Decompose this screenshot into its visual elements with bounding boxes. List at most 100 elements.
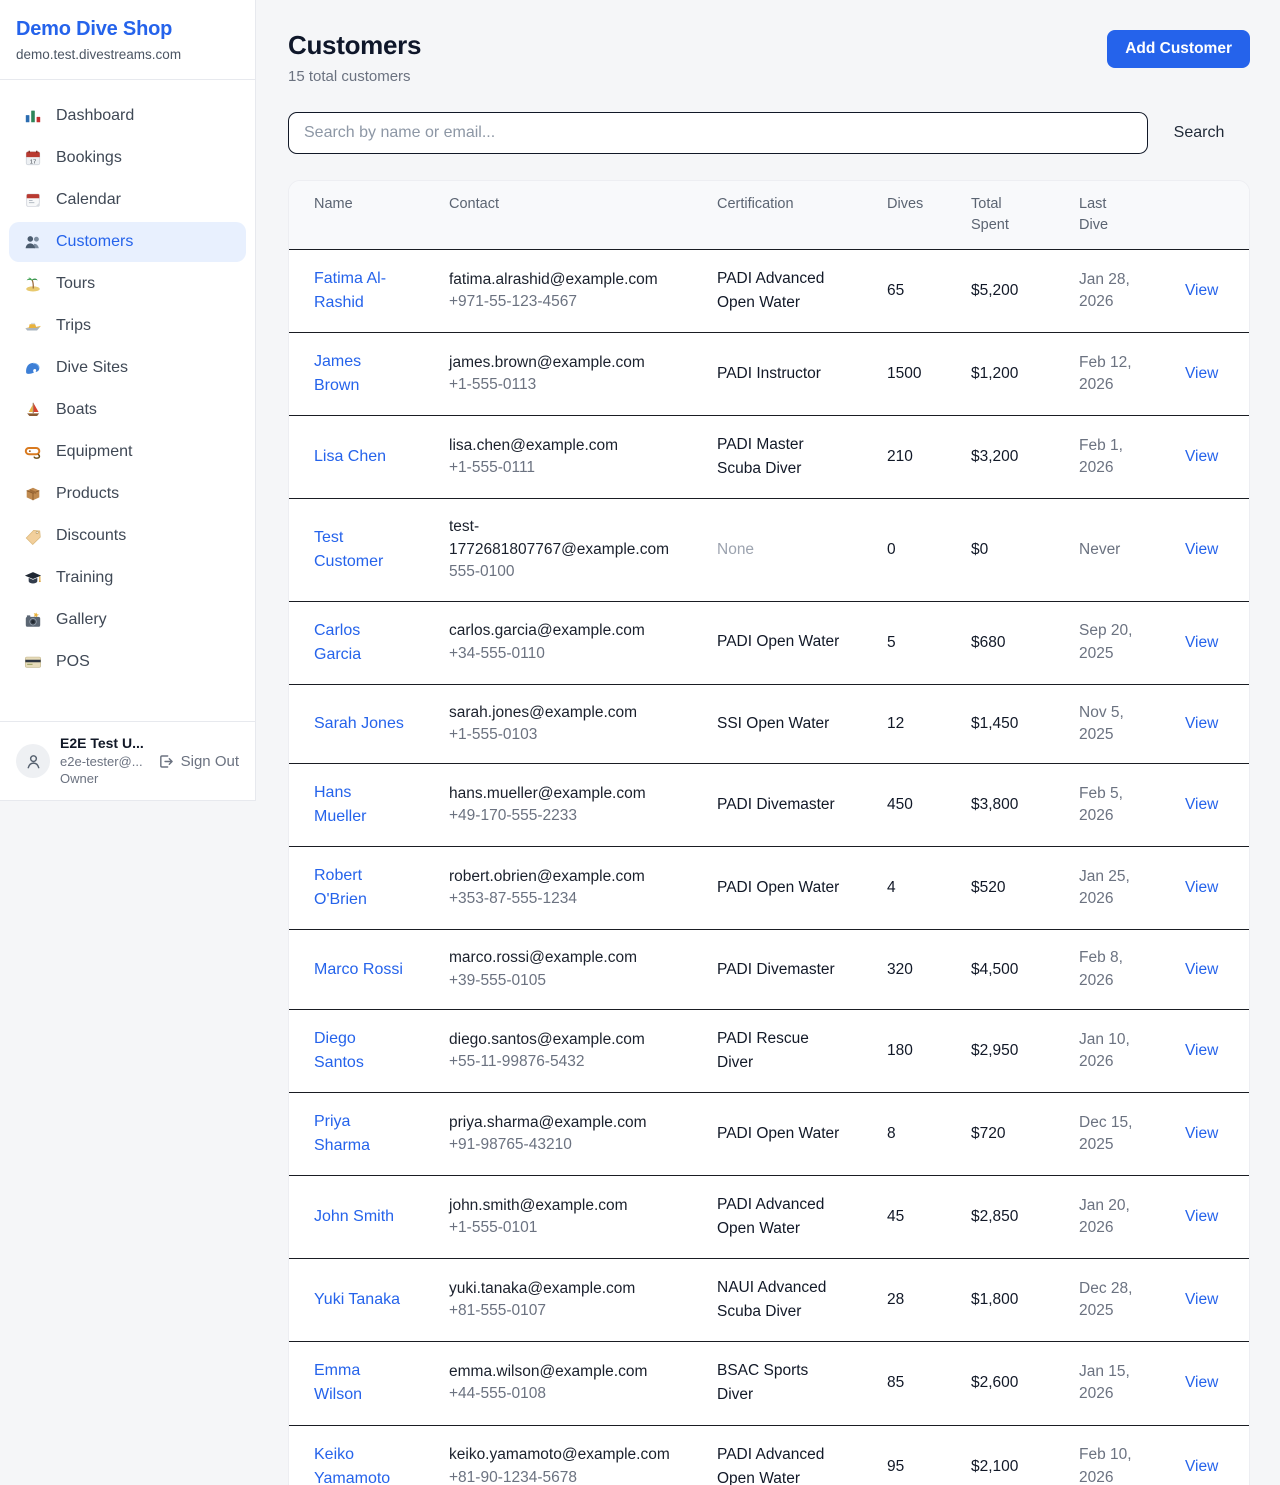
table-row: Priya Sharmapriya.sharma@example.com+91-… xyxy=(289,1093,1249,1176)
customer-phone: +81-555-0107 xyxy=(449,1300,693,1322)
search-input[interactable] xyxy=(288,112,1148,154)
add-customer-button[interactable]: Add Customer xyxy=(1107,30,1250,68)
customer-total-spent: $1,200 xyxy=(959,333,1067,416)
customer-certification: PADI Advanced Open Water xyxy=(717,1193,845,1241)
sidebar-item-label: Gallery xyxy=(56,611,107,629)
customer-count: 15 total customers xyxy=(288,68,421,85)
customer-email: john.smith@example.com xyxy=(449,1195,681,1217)
customer-email: marco.rossi@example.com xyxy=(449,947,681,969)
customer-name-link[interactable]: Marco Rossi xyxy=(314,958,403,982)
view-customer-link[interactable]: View xyxy=(1185,961,1218,978)
customer-last-dive: Sep 20, 2025 xyxy=(1079,620,1151,665)
customer-name-link[interactable]: Fatima Al-Rashid xyxy=(314,267,404,315)
sidebar-item-products[interactable]: Products xyxy=(9,474,246,514)
speedboat-icon xyxy=(23,316,43,336)
customer-name-link[interactable]: Emma Wilson xyxy=(314,1359,404,1407)
view-customer-link[interactable]: View xyxy=(1185,634,1218,651)
customer-dives: 8 xyxy=(875,1093,959,1176)
sidebar-item-label: Boats xyxy=(56,401,97,419)
table-row: Fatima Al-Rashidfatima.alrashid@example.… xyxy=(289,250,1249,333)
customers-table: Name Contact Certification Dives Total S… xyxy=(289,181,1249,1485)
view-customer-link[interactable]: View xyxy=(1185,365,1218,382)
customer-certification: PADI Advanced Open Water xyxy=(717,267,845,315)
customer-last-dive: Feb 1, 2026 xyxy=(1079,435,1151,480)
customer-name-link[interactable]: John Smith xyxy=(314,1205,394,1229)
wave-icon xyxy=(23,358,43,378)
customer-total-spent: $1,450 xyxy=(959,684,1067,764)
customer-certification: PADI Rescue Diver xyxy=(717,1027,845,1075)
column-header-dives: Dives xyxy=(875,181,959,250)
customer-name-link[interactable]: Lisa Chen xyxy=(314,445,386,469)
customer-name-link[interactable]: Hans Mueller xyxy=(314,781,404,829)
desert-island-icon xyxy=(23,274,43,294)
customer-total-spent: $1,800 xyxy=(959,1259,1067,1342)
customer-name-link[interactable]: Keiko Yamamoto xyxy=(314,1443,404,1485)
sidebar-item-customers[interactable]: Customers xyxy=(9,222,246,262)
customer-phone: +1-555-0113 xyxy=(449,374,693,396)
customer-certification: NAUI Advanced Scuba Diver xyxy=(717,1276,845,1324)
table-row: Keiko Yamamotokeiko.yamamoto@example.com… xyxy=(289,1425,1249,1485)
sidebar-item-gallery[interactable]: Gallery xyxy=(9,600,246,640)
customer-last-dive: Never xyxy=(1079,539,1120,561)
view-customer-link[interactable]: View xyxy=(1185,715,1218,732)
sidebar-item-calendar[interactable]: Calendar xyxy=(9,180,246,220)
customer-last-dive: Feb 5, 2026 xyxy=(1079,783,1151,828)
avatar xyxy=(16,744,50,778)
graduation-cap-icon xyxy=(23,568,43,588)
customer-name-link[interactable]: Yuki Tanaka xyxy=(314,1288,400,1312)
shop-name-link[interactable]: Demo Dive Shop xyxy=(16,18,239,41)
sidebar-item-dive-sites[interactable]: Dive Sites xyxy=(9,348,246,388)
customer-name-link[interactable]: Priya Sharma xyxy=(314,1110,404,1158)
sidebar-item-label: Dive Sites xyxy=(56,359,128,377)
customer-name-link[interactable]: Carlos Garcia xyxy=(314,619,404,667)
sign-out-button[interactable]: Sign Out xyxy=(157,753,239,770)
sidebar-item-discounts[interactable]: Discounts xyxy=(9,516,246,556)
customer-name-link[interactable]: James Brown xyxy=(314,350,404,398)
table-row: Emma Wilsonemma.wilson@example.com+44-55… xyxy=(289,1342,1249,1425)
sidebar-item-label: Dashboard xyxy=(56,107,134,125)
column-header-last-dive: Last Dive xyxy=(1067,181,1173,250)
sidebar-item-dashboard[interactable]: Dashboard xyxy=(9,96,246,136)
customer-name-link[interactable]: Test Customer xyxy=(314,526,404,574)
view-customer-link[interactable]: View xyxy=(1185,541,1218,558)
customer-total-spent: $2,600 xyxy=(959,1342,1067,1425)
user-email: e2e-tester@... xyxy=(60,753,144,771)
customer-dives: 12 xyxy=(875,684,959,764)
sidebar-item-boats[interactable]: Boats xyxy=(9,390,246,430)
view-customer-link[interactable]: View xyxy=(1185,879,1218,896)
customer-phone: +34-555-0110 xyxy=(449,643,693,665)
view-customer-link[interactable]: View xyxy=(1185,796,1218,813)
customer-phone: +971-55-123-4567 xyxy=(449,291,693,313)
sidebar-item-training[interactable]: Training xyxy=(9,558,246,598)
view-customer-link[interactable]: View xyxy=(1185,1042,1218,1059)
customer-name-link[interactable]: Sarah Jones xyxy=(314,712,404,736)
customer-certification: SSI Open Water xyxy=(717,712,829,736)
customer-name-link[interactable]: Diego Santos xyxy=(314,1027,404,1075)
view-customer-link[interactable]: View xyxy=(1185,1208,1218,1225)
customer-phone: +44-555-0108 xyxy=(449,1383,693,1405)
sidebar-item-bookings[interactable]: 17Bookings xyxy=(9,138,246,178)
sidebar-item-pos[interactable]: POS xyxy=(9,642,246,682)
sidebar-item-equipment[interactable]: Equipment xyxy=(9,432,246,472)
customer-email: james.brown@example.com xyxy=(449,352,681,374)
sidebar-item-tours[interactable]: Tours xyxy=(9,264,246,304)
customer-dives: 180 xyxy=(875,1010,959,1093)
customer-name-link[interactable]: Robert O'Brien xyxy=(314,864,404,912)
customer-certification: PADI Open Water xyxy=(717,876,839,900)
table-row: James Brown james.brown@example.com+1-555… xyxy=(289,333,1249,416)
sidebar-item-trips[interactable]: Trips xyxy=(9,306,246,346)
view-customer-link[interactable]: View xyxy=(1185,1291,1218,1308)
view-customer-link[interactable]: View xyxy=(1185,1458,1218,1475)
view-customer-link[interactable]: View xyxy=(1185,1125,1218,1142)
search-button[interactable]: Search xyxy=(1148,124,1250,142)
table-row: Hans Muellerhans.mueller@example.com+49-… xyxy=(289,764,1249,847)
customer-email: sarah.jones@example.com xyxy=(449,702,681,724)
diving-mask-icon xyxy=(23,442,43,462)
view-customer-link[interactable]: View xyxy=(1185,448,1218,465)
view-customer-link[interactable]: View xyxy=(1185,282,1218,299)
sailboat-icon xyxy=(23,400,43,420)
sidebar-item-label: Customers xyxy=(56,233,133,251)
customer-last-dive: Jan 28, 2026 xyxy=(1079,269,1151,314)
customer-total-spent: $5,200 xyxy=(959,250,1067,333)
view-customer-link[interactable]: View xyxy=(1185,1374,1218,1391)
